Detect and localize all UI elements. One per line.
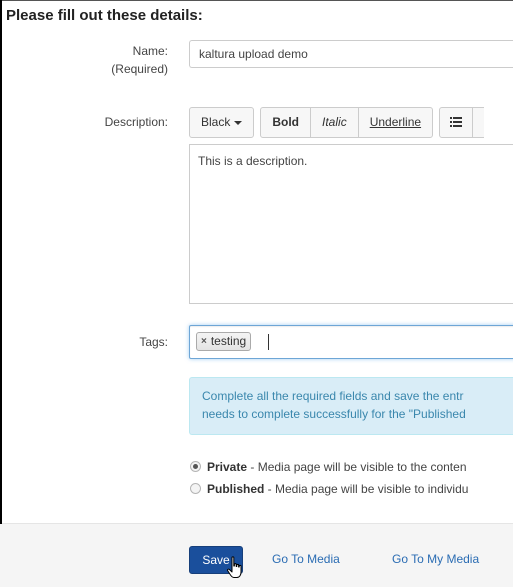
name-required-note: (Required): [111, 62, 168, 76]
private-title: Private: [207, 460, 248, 474]
frame-left-edge: [0, 0, 2, 587]
bold-button[interactable]: Bold: [260, 107, 312, 138]
published-description: - Media page will be visible to individu: [264, 482, 469, 496]
tags-input[interactable]: × testing: [189, 325, 513, 359]
bullet-list-button[interactable]: [439, 107, 474, 138]
privacy-private-option[interactable]: Private - Media page will be visible to …: [190, 459, 467, 475]
privacy-published-option[interactable]: Published - Media page will be visible t…: [190, 481, 468, 497]
frame-top-edge: [0, 0, 513, 1]
private-description: - Media page will be visible to the cont…: [247, 460, 467, 474]
italic-button[interactable]: Italic: [310, 107, 359, 138]
font-color-dropdown[interactable]: Black: [189, 107, 255, 138]
tags-label: Tags:: [139, 335, 168, 349]
text-cursor: [268, 334, 269, 350]
published-title: Published: [207, 482, 265, 496]
description-textarea[interactable]: This is a description.: [189, 144, 513, 304]
info-alert: Complete all the required fields and sav…: [189, 377, 513, 435]
go-to-media-link[interactable]: Go To Media: [272, 552, 340, 566]
tag-chip: × testing: [196, 332, 252, 351]
published-radio[interactable]: [190, 483, 201, 494]
more-toolbar-button[interactable]: [472, 107, 485, 138]
caret-down-icon: [234, 120, 243, 125]
remove-tag-icon[interactable]: ×: [201, 333, 207, 350]
tag-chip-label: testing: [210, 334, 247, 348]
font-color-label: Black: [201, 115, 231, 129]
description-label: Description:: [104, 115, 168, 129]
underline-button[interactable]: Underline: [357, 107, 434, 138]
form-heading: Please fill out these details:: [6, 7, 203, 24]
name-input[interactable]: kaltura upload demo: [189, 40, 513, 68]
go-to-my-media-link[interactable]: Go To My Media: [392, 552, 479, 566]
hand-pointer-cursor-icon: [226, 556, 242, 578]
name-label-text: Name:: [132, 44, 168, 58]
description-toolbar: Black Bold Italic Underline: [189, 107, 485, 138]
name-label: Name: (Required): [111, 42, 168, 78]
info-alert-line-2: needs to complete successfully for the "…: [202, 407, 466, 421]
private-radio[interactable]: [190, 461, 201, 472]
list-icon: [450, 117, 463, 127]
info-alert-line-1: Complete all the required fields and sav…: [202, 389, 464, 403]
